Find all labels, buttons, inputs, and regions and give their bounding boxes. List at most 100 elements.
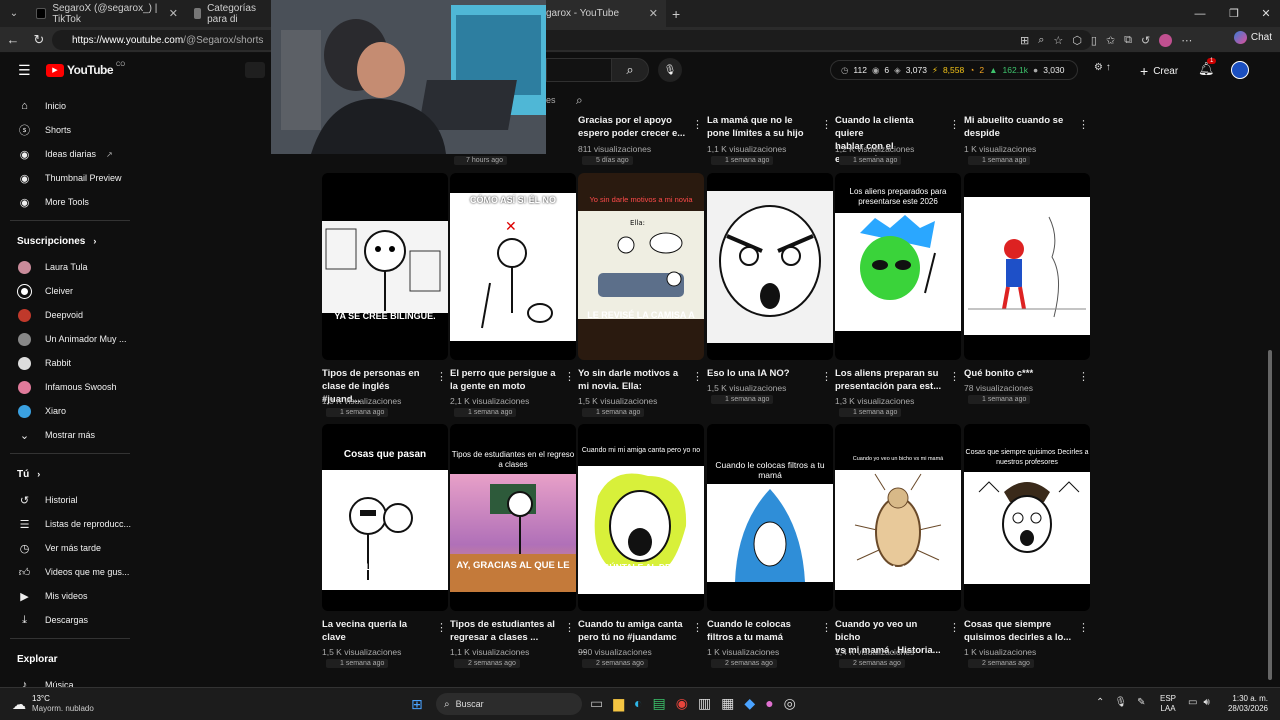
search-input[interactable] — [546, 58, 611, 82]
extension-mini-icons[interactable]: ⚙ ↑ — [1094, 62, 1111, 73]
start-icon[interactable]: ⊞ — [411, 696, 423, 713]
app-icon[interactable]: ⊞ — [1020, 34, 1029, 47]
more-options-icon[interactable]: ⋮ — [821, 621, 832, 634]
account-avatar[interactable] — [1231, 61, 1249, 79]
more-icon[interactable]: ⋯ — [1181, 34, 1192, 47]
more-options-icon[interactable]: ⋮ — [436, 621, 447, 634]
sidebar-item-sub[interactable]: Infamous Swoosh — [0, 375, 140, 399]
sidebar-item-sub[interactable]: Un Animador Muy ... — [0, 327, 140, 351]
short-thumbnail[interactable]: YA SE CREE BILINGÜE. — [322, 173, 448, 360]
notepad-icon[interactable]: ▥ — [698, 695, 711, 712]
clock[interactable]: 1:30 a. m. 28/03/2026 — [1222, 694, 1268, 714]
menu-icon[interactable]: ☰ — [18, 62, 31, 79]
weather-widget[interactable]: ☁ 13°C Mayorm. nublado — [12, 694, 94, 714]
pen-icon[interactable]: ✎ — [1137, 697, 1145, 708]
close-icon[interactable]: ✕ — [649, 7, 658, 20]
more-options-icon[interactable]: ⋮ — [692, 621, 703, 634]
sidebar-item-downloads[interactable]: ⤓ Descargas — [0, 608, 140, 632]
sidebar-item-sub[interactable]: Cleiver — [0, 279, 140, 303]
chevron-up-icon[interactable]: ⌃ — [1096, 697, 1104, 708]
more-options-icon[interactable]: ⋮ — [692, 370, 703, 383]
sidebar-item-shorts[interactable]: ⓢ Shorts — [0, 118, 140, 142]
sidebar-item-my-videos[interactable]: ▶ Mis videos — [0, 584, 140, 608]
chat-button[interactable]: Chat — [1233, 31, 1272, 44]
sidebar-item-sub[interactable]: Rabbit — [0, 351, 140, 375]
more-options-icon[interactable]: ⋮ — [949, 621, 960, 634]
tab-categorias[interactable]: Categorías para di — [186, 0, 268, 27]
more-options-icon[interactable]: ⋮ — [821, 370, 832, 383]
you-heading[interactable]: Tú › — [0, 460, 140, 488]
history-icon[interactable]: ↺ — [1141, 34, 1150, 47]
task-view-icon[interactable]: ▭ — [590, 695, 603, 712]
more-options-icon[interactable]: ⋮ — [564, 370, 575, 383]
app-icon[interactable]: ● — [765, 695, 773, 712]
more-options-icon[interactable]: ⋮ — [692, 118, 703, 131]
short-thumbnail[interactable]: Cuando le colocas filtros a tu mamá — [707, 424, 833, 611]
new-tab-button[interactable]: + — [672, 6, 680, 22]
split-icon[interactable]: ▯ — [1091, 34, 1097, 47]
voice-search-button[interactable]: 🎙 — [658, 58, 682, 82]
page-scrollbar[interactable] — [1268, 350, 1272, 680]
short-thumbnail[interactable]: Cosas que siempre quisimos Decirles a nu… — [964, 424, 1090, 611]
more-options-icon[interactable]: ⋮ — [821, 118, 832, 131]
back-icon[interactable]: ← — [0, 32, 26, 47]
file-explorer-icon[interactable]: ▆ — [613, 695, 624, 712]
sidebar-item-inicio[interactable]: ⌂ Inicio — [0, 94, 140, 118]
short-thumbnail[interactable]: LO MISMO. — [964, 173, 1090, 360]
short-thumbnail[interactable] — [707, 173, 833, 360]
subscriptions-heading[interactable]: Suscripciones › — [0, 227, 140, 255]
short-thumbnail[interactable]: Cuando mi mi amiga canta pero yo no PREG… — [578, 424, 704, 611]
short-thumbnail[interactable]: Los aliens preparados para presentarse e… — [835, 173, 961, 360]
sidebar-item-sub[interactable]: Deepvoid — [0, 303, 140, 327]
notifications-button[interactable]: 🔔︎ 1 — [1198, 58, 1217, 77]
taskbar-search[interactable]: ⌕ Buscar — [436, 693, 582, 715]
short-thumbnail[interactable]: Yo sin darle motivos a mi novia Ella: LE… — [578, 173, 704, 360]
url-input[interactable]: https://www.youtube.com/@Segarox/shorts — [52, 30, 1092, 50]
star-icon[interactable]: ☆ — [1053, 34, 1063, 47]
favorites-icon[interactable]: ✩ — [1106, 34, 1115, 47]
sidebar-item-historial[interactable]: ↺ Historial — [0, 488, 140, 512]
short-thumbnail[interactable]: ✕ CÓMO ASÍ SI ÉL NO — [450, 173, 576, 360]
more-options-icon[interactable]: ⋮ — [564, 621, 575, 634]
collections-icon[interactable]: ⧉ — [1124, 34, 1132, 47]
more-options-icon[interactable]: ⋮ — [1078, 621, 1089, 634]
youtube-logo[interactable]: ▶ YouTube CO — [46, 62, 125, 77]
edge-icon[interactable]: ◐ — [634, 695, 642, 712]
short-thumbnail[interactable]: Tipos de estudiantes en el regreso a cla… — [450, 424, 576, 611]
mic-icon[interactable]: 🎙 — [1114, 697, 1127, 708]
tab-youtube[interactable]: garox - YouTube ✕ — [546, 0, 666, 27]
sidebar-item-playlists[interactable]: ☰ Listas de reproducc... — [0, 512, 140, 536]
more-options-icon[interactable]: ⋮ — [1078, 118, 1089, 131]
sidebar-item-thumbnail[interactable]: ◉ Thumbnail Preview — [0, 166, 140, 190]
chrome-icon[interactable]: ◉ — [676, 695, 688, 712]
channel-search-icon[interactable]: ⌕ — [576, 93, 583, 108]
extension-icon[interactable]: ⬡ — [1072, 34, 1082, 47]
show-more-button[interactable]: ⌄ Mostrar más — [0, 423, 140, 447]
close-icon[interactable]: ✕ — [169, 7, 178, 20]
channel-tab-icon[interactable] — [245, 62, 265, 78]
search-button[interactable]: ⌕ — [611, 58, 649, 82]
sidebar-item-liked[interactable]: 👍︎ Videos que me gus... — [0, 560, 140, 584]
more-options-icon[interactable]: ⋮ — [1078, 370, 1089, 383]
profile-avatar[interactable] — [1159, 33, 1173, 47]
store-icon[interactable]: ▤ — [652, 695, 665, 712]
channel-tab-fragment[interactable]: es — [546, 95, 556, 105]
sidebar-item-sub[interactable]: Laura Tula — [0, 255, 140, 279]
sidebar-item-ideas[interactable]: ◉ Ideas diarias ↗ — [0, 142, 140, 166]
more-options-icon[interactable]: ⋮ — [949, 370, 960, 383]
close-window-icon[interactable]: ✕ — [1246, 0, 1280, 27]
reload-icon[interactable]: ↻ — [26, 32, 52, 48]
stats-extension-bar[interactable]: ◷ 112 ◉ 6 ◈ 3,073 ⚡ 8,558 ◔ 2 ▲ 162.1k ● 3,030 — [830, 60, 1078, 80]
more-options-icon[interactable]: ⋮ — [436, 370, 447, 383]
zoom-icon[interactable]: ⌕ — [1038, 34, 1044, 47]
sidebar-item-tools[interactable]: ◉ More Tools — [0, 190, 140, 214]
short-thumbnail[interactable]: Cuando yo veo un bicho vs mi mamá ESA MI… — [835, 424, 961, 611]
language-indicator[interactable]: ESP LAA — [1160, 694, 1176, 714]
calculator-icon[interactable]: ▦ — [721, 695, 734, 712]
short-thumbnail[interactable]: Cosas que pasan CLAVELA MIJO CLAVE CLAVE — [322, 424, 448, 611]
sidebar-item-watch-later[interactable]: ◷ Ver más tarde — [0, 536, 140, 560]
editor-icon[interactable]: ◆ — [744, 695, 755, 712]
more-options-icon[interactable]: ⋮ — [949, 118, 960, 131]
tab-list-icon[interactable]: ⌄ — [0, 8, 28, 19]
tray-icons[interactable]: ▭ 🔊︎ — [1188, 697, 1210, 708]
